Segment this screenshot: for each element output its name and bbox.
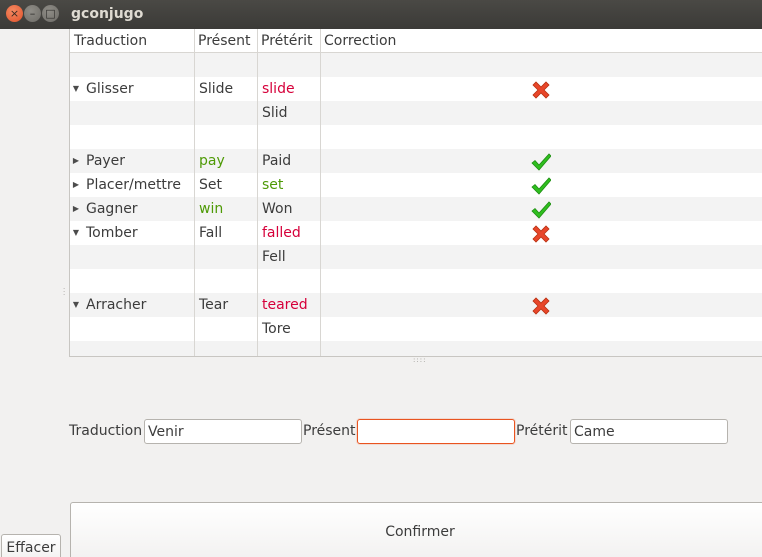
traduction-cell: Glisser (86, 81, 134, 97)
collapse-arrow-icon[interactable]: ▼ (71, 221, 81, 245)
traduction-cell: Arracher (86, 297, 147, 313)
column-divider (257, 29, 258, 356)
column-header-preterit[interactable]: Prétérit (257, 29, 320, 53)
expand-arrow-icon (71, 53, 81, 77)
pane-resize-handle[interactable]: · · · (63, 286, 65, 299)
table-row[interactable]: ▶ Gagner win Won (70, 197, 762, 221)
expand-arrow-icon (71, 245, 81, 269)
preterit-cell: Fell (262, 249, 286, 265)
traduction-cell: Payer (86, 153, 126, 169)
cross-icon (532, 225, 550, 243)
traduction-cell: Gagner (86, 201, 138, 217)
table-row[interactable]: ▼ Tomber Fall falled (70, 221, 762, 245)
conjugation-table: Traduction Présent Prétérit Correction ▼… (69, 29, 762, 357)
preterit-cell: Paid (262, 153, 292, 169)
traduction-cell: Tomber (86, 225, 138, 241)
preterit-cell: Tore (262, 321, 291, 337)
table-header: Traduction Présent Prétérit Correction (70, 29, 762, 53)
expand-arrow-icon (71, 317, 81, 341)
expand-arrow-icon (71, 269, 81, 293)
table-row[interactable]: ▼ Glisser Slide slide (70, 77, 762, 101)
expand-arrow-icon[interactable]: ▶ (71, 197, 81, 221)
present-cell: win (199, 201, 224, 217)
traduction-input[interactable] (144, 419, 302, 444)
preterit-input[interactable] (570, 419, 728, 444)
window-title: gconjugo (71, 6, 144, 22)
column-header-correction[interactable]: Correction (320, 29, 762, 53)
preterit-cell: set (262, 177, 284, 193)
traduction-label: Traduction (69, 423, 143, 439)
title-bar: × – □ gconjugo (0, 0, 762, 29)
check-icon (531, 153, 551, 171)
splitter-handle[interactable]: :::: (413, 356, 426, 364)
present-label: Présent (303, 423, 356, 439)
check-icon (531, 177, 551, 195)
table-row[interactable]: Tore (70, 317, 762, 341)
present-cell: Fall (199, 225, 223, 241)
expand-arrow-icon (71, 125, 81, 149)
table-row[interactable]: ▶ Placer/mettre Set set (70, 173, 762, 197)
present-cell: Set (199, 177, 222, 193)
column-divider (320, 29, 321, 356)
expand-arrow-icon (71, 341, 81, 356)
preterit-label: Prétérit (516, 423, 568, 439)
present-input[interactable] (357, 419, 515, 444)
minimize-icon[interactable]: – (24, 5, 41, 22)
traduction-cell: Placer/mettre (86, 177, 181, 193)
preterit-cell: Won (262, 201, 293, 217)
present-cell: Slide (199, 81, 234, 97)
preterit-cell: slide (262, 81, 295, 97)
column-divider (194, 29, 195, 356)
collapse-arrow-icon[interactable]: ▼ (71, 77, 81, 101)
maximize-icon[interactable]: □ (42, 5, 59, 22)
present-cell: pay (199, 153, 225, 169)
cross-icon (532, 297, 550, 315)
table-row[interactable] (70, 341, 762, 356)
table-row[interactable]: ▶ Payer pay Paid (70, 149, 762, 173)
collapse-arrow-icon[interactable]: ▼ (71, 293, 81, 317)
preterit-cell: falled (262, 225, 301, 241)
expand-arrow-icon (71, 101, 81, 125)
column-header-traduction[interactable]: Traduction (70, 29, 194, 53)
table-row[interactable]: Fell (70, 245, 762, 269)
table-row[interactable] (70, 53, 762, 77)
close-icon[interactable]: × (6, 5, 23, 22)
table-row[interactable] (70, 125, 762, 149)
check-icon (531, 201, 551, 219)
preterit-cell: Slid (262, 105, 288, 121)
confirm-button[interactable]: Confirmer (70, 502, 762, 557)
table-row[interactable]: Slid (70, 101, 762, 125)
column-header-present[interactable]: Présent (194, 29, 257, 53)
clear-button[interactable]: Effacer (1, 534, 61, 557)
expand-arrow-icon[interactable]: ▶ (71, 173, 81, 197)
table-row[interactable] (70, 269, 762, 293)
cross-icon (532, 81, 550, 99)
table-row[interactable]: ▼ Arracher Tear teared (70, 293, 762, 317)
present-cell: Tear (199, 297, 229, 313)
preterit-cell: teared (262, 297, 308, 313)
expand-arrow-icon[interactable]: ▶ (71, 149, 81, 173)
